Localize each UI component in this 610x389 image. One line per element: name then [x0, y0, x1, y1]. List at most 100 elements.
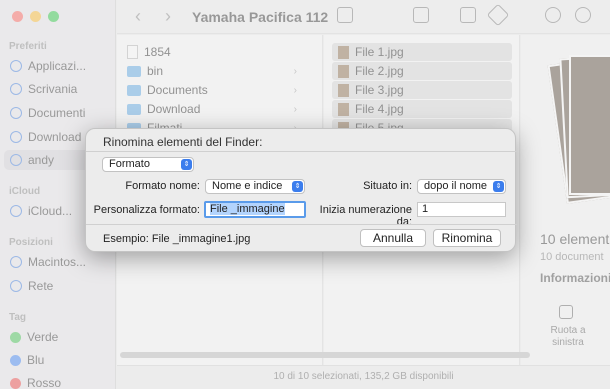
disk-icon — [10, 256, 22, 268]
example-text: Esempio: File _immagine1.jpg — [103, 233, 251, 245]
image-thumbnail-icon — [338, 45, 349, 59]
rotate-left-icon[interactable] — [559, 305, 573, 319]
preview-subtitle: 10 document — [540, 251, 604, 263]
folder-icon — [127, 65, 141, 77]
where-popup[interactable]: dopo il nome ⇕ — [417, 179, 506, 194]
preview-info-heading: Informazioni — [540, 271, 610, 285]
folder-icon — [127, 103, 141, 115]
sidebar-item-label: Scrivania — [28, 82, 78, 96]
start-number-field[interactable]: 1 — [417, 202, 506, 217]
sidebar-item-applications[interactable]: Applicazi... — [10, 56, 110, 76]
rotate-left-label[interactable]: Ruota a sinistra — [543, 325, 593, 349]
sidebar-item-label: Documenti — [28, 106, 86, 120]
popup-value: Nome e indice — [212, 180, 283, 192]
sidebar-item-network[interactable]: Rete — [10, 276, 110, 296]
home-icon — [10, 154, 22, 166]
list-item[interactable]: File 2.jpg — [332, 62, 512, 80]
custom-format-label: Personalizza formato: — [93, 204, 200, 216]
name-format-label: Formato nome: — [125, 180, 200, 192]
sidebar-item-tag-red[interactable]: Rosso — [10, 373, 110, 389]
preview-title: 10 element — [540, 231, 610, 247]
field-value: File _immagine — [210, 203, 285, 215]
sidebar-section-tags: Tag — [9, 312, 27, 323]
list-item[interactable]: File 4.jpg — [332, 100, 512, 118]
divider — [86, 224, 517, 225]
status-bar: 10 di 10 selezionati, 135,2 GB disponibi… — [117, 365, 610, 389]
chevron-right-icon: › — [293, 65, 297, 77]
search-icon[interactable] — [575, 7, 591, 23]
chevron-updown-icon: ⇕ — [493, 181, 504, 192]
horizontal-scrollbar[interactable] — [120, 352, 530, 358]
sidebar-section-locations: Posizioni — [9, 237, 53, 248]
group-icon[interactable] — [413, 7, 429, 23]
sidebar-item-desktop[interactable]: Scrivania — [10, 79, 110, 99]
item-label: 1854 — [144, 45, 171, 59]
minimize-button[interactable] — [30, 11, 41, 22]
sidebar-item-label: iCloud... — [28, 204, 73, 218]
image-thumbnail-icon — [338, 102, 349, 116]
sidebar-item-label: Download — [28, 130, 82, 144]
chevron-right-icon: › — [293, 103, 297, 115]
forward-icon[interactable]: › — [165, 6, 171, 27]
sidebar-section-favorites: Preferiti — [9, 41, 47, 52]
list-item[interactable]: bin › — [127, 62, 307, 80]
item-label: File 1.jpg — [355, 45, 404, 59]
sidebar-item-label: andy — [28, 153, 55, 167]
column-view-icon[interactable] — [337, 7, 353, 23]
desktop-icon — [10, 83, 22, 95]
preview-pane: 10 element 10 document Informazioni Ruot… — [521, 35, 610, 365]
list-item[interactable]: File 1.jpg — [332, 43, 512, 61]
window-controls — [12, 11, 59, 22]
sidebar-item-label: Blu — [27, 353, 45, 367]
back-icon[interactable]: ‹ — [135, 6, 141, 27]
image-thumbnail-icon — [338, 64, 349, 78]
chevron-updown-icon: ⇕ — [292, 181, 303, 192]
rename-button[interactable]: Rinomina — [433, 229, 501, 247]
popup-value: Formato — [109, 158, 150, 170]
tag-icon[interactable] — [486, 3, 510, 27]
image-thumbnail-icon — [338, 83, 349, 97]
sidebar-item-label: Verde — [27, 330, 59, 344]
document-icon — [10, 107, 22, 119]
sidebar-item-tag-green[interactable]: Verde — [10, 327, 110, 347]
item-label: Documents — [147, 83, 208, 97]
chevron-updown-icon: ⇕ — [181, 159, 192, 170]
where-label: Situato in: — [363, 180, 412, 192]
rename-mode-popup[interactable]: Formato ⇕ — [102, 157, 194, 172]
item-label: Download — [147, 102, 201, 116]
item-label: File 4.jpg — [355, 102, 404, 116]
popup-value: dopo il nome — [424, 180, 487, 192]
tag-dot-icon — [10, 354, 21, 366]
name-format-popup[interactable]: Nome e indice ⇕ — [205, 179, 305, 194]
rename-dialog: Rinomina elementi del Finder: Formato ⇕ … — [85, 128, 517, 252]
share-icon[interactable] — [460, 7, 476, 23]
applications-icon — [10, 60, 22, 72]
list-item[interactable]: 1854 — [127, 43, 307, 61]
sidebar-item-macintosh-hd[interactable]: Macintos... — [10, 252, 110, 272]
download-icon — [10, 131, 22, 143]
item-label: File 2.jpg — [355, 64, 404, 78]
custom-format-field[interactable]: File _immagine — [204, 201, 306, 218]
item-label: bin — [147, 64, 164, 78]
close-button[interactable] — [12, 11, 23, 22]
folder-icon — [127, 84, 141, 96]
cancel-button[interactable]: Annulla — [360, 229, 426, 247]
divider — [86, 151, 517, 152]
finder-window: Preferiti Applicazi... Scrivania Documen… — [0, 0, 610, 389]
sidebar-item-tag-blue[interactable]: Blu — [10, 350, 110, 370]
sidebar-item-label: Rosso — [27, 376, 62, 389]
sidebar-section-icloud: iCloud — [9, 186, 41, 197]
list-item[interactable]: Documents › — [127, 81, 307, 99]
sidebar-item-label: Macintos... — [28, 255, 87, 269]
zoom-button[interactable] — [48, 11, 59, 22]
file-icon — [127, 45, 138, 59]
sidebar-item-label: Applicazi... — [28, 59, 87, 73]
item-label: File 3.jpg — [355, 83, 404, 97]
list-item[interactable]: File 3.jpg — [332, 81, 512, 99]
toolbar: ‹ › Yamaha Pacifica 112 — [117, 0, 610, 34]
sidebar-item-documents[interactable]: Documenti — [10, 103, 110, 123]
list-item[interactable]: Download › — [127, 100, 307, 118]
preview-image-stack — [547, 55, 610, 205]
more-icon[interactable] — [545, 7, 561, 23]
field-value: 1 — [422, 203, 429, 215]
